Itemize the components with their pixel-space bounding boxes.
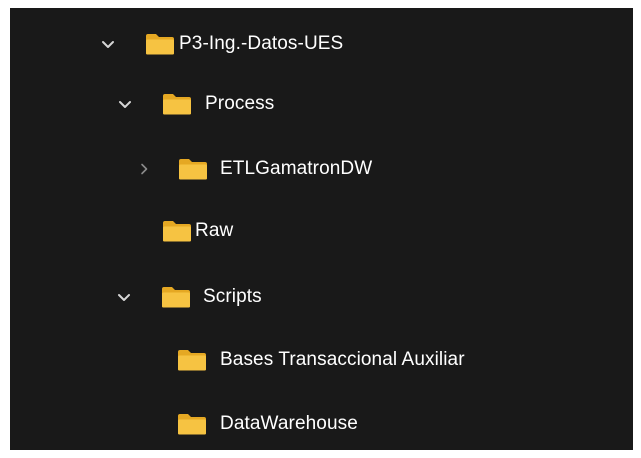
tree-item-etlgamatrondw[interactable]: ETLGamatronDW (10, 147, 633, 191)
screenshot-frame: P3-Ing.-Datos-UES Process ETLGamatronDW (0, 0, 641, 458)
tree-item-bases-transaccional-auxiliar[interactable]: Bases Transaccional Auxiliar (10, 338, 633, 382)
folder-icon (162, 219, 192, 243)
folder-icon (178, 157, 208, 181)
tree-item-label: Raw (195, 220, 234, 241)
folder-icon (161, 285, 191, 309)
folder-icon (145, 32, 175, 56)
tree-item-label: P3-Ing.-Datos-UES (179, 33, 344, 54)
folder-tree: P3-Ing.-Datos-UES Process ETLGamatronDW (10, 8, 633, 450)
tree-item-process[interactable]: Process (10, 82, 633, 126)
tree-item-p3-ing-datos-ues[interactable]: P3-Ing.-Datos-UES (10, 22, 633, 66)
chevron-right-icon[interactable] (136, 161, 152, 177)
folder-icon (162, 92, 192, 116)
tree-item-raw[interactable]: Raw (10, 209, 633, 253)
tree-item-label: DataWarehouse (220, 413, 358, 434)
tree-item-scripts[interactable]: Scripts (10, 275, 633, 319)
tree-item-datawarehouse[interactable]: DataWarehouse (10, 402, 633, 446)
chevron-down-icon[interactable] (100, 36, 116, 52)
tree-item-label: Process (205, 93, 275, 114)
chevron-down-icon[interactable] (116, 289, 132, 305)
folder-icon (177, 412, 207, 436)
chevron-down-icon[interactable] (117, 96, 133, 112)
folder-icon (177, 348, 207, 372)
tree-item-label: Scripts (203, 286, 262, 307)
tree-item-label: Bases Transaccional Auxiliar (220, 349, 465, 370)
tree-item-label: ETLGamatronDW (220, 158, 373, 179)
